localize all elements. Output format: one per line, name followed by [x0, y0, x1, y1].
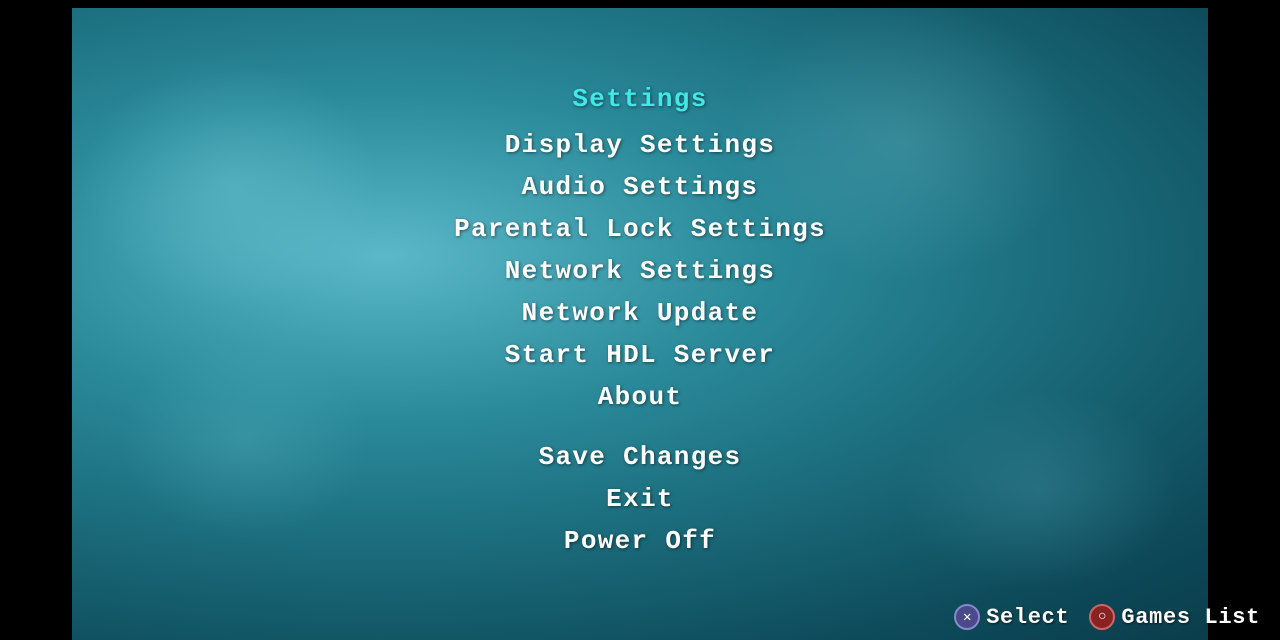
circle-button-icon: ○ — [1089, 604, 1115, 630]
menu-item-audio-settings[interactable]: Audio Settings — [502, 166, 779, 208]
menu-item-power-off[interactable]: Power Off — [544, 520, 736, 562]
menu-item-save-changes[interactable]: Save Changes — [519, 436, 762, 478]
menu-item-parental-lock-settings[interactable]: Parental Lock Settings — [434, 208, 846, 250]
menu-item-network-settings[interactable]: Network Settings — [485, 250, 795, 292]
menu-item-network-update[interactable]: Network Update — [502, 292, 779, 334]
menu-item-start-hdl-server[interactable]: Start HDL Server — [485, 334, 795, 376]
bottom-controls: ✕ Select ○ Games List — [954, 604, 1260, 630]
select-label: Select — [986, 605, 1069, 630]
select-hint: ✕ Select — [954, 604, 1069, 630]
main-menu: Settings Display Settings Audio Settings… — [434, 78, 846, 562]
menu-item-exit[interactable]: Exit — [586, 478, 694, 520]
x-button-icon: ✕ — [954, 604, 980, 630]
menu-item-about[interactable]: About — [578, 376, 703, 418]
menu-item-display-settings[interactable]: Display Settings — [485, 124, 795, 166]
games-list-label: Games List — [1121, 605, 1260, 630]
games-list-hint: ○ Games List — [1089, 604, 1260, 630]
menu-title: Settings — [552, 78, 727, 120]
